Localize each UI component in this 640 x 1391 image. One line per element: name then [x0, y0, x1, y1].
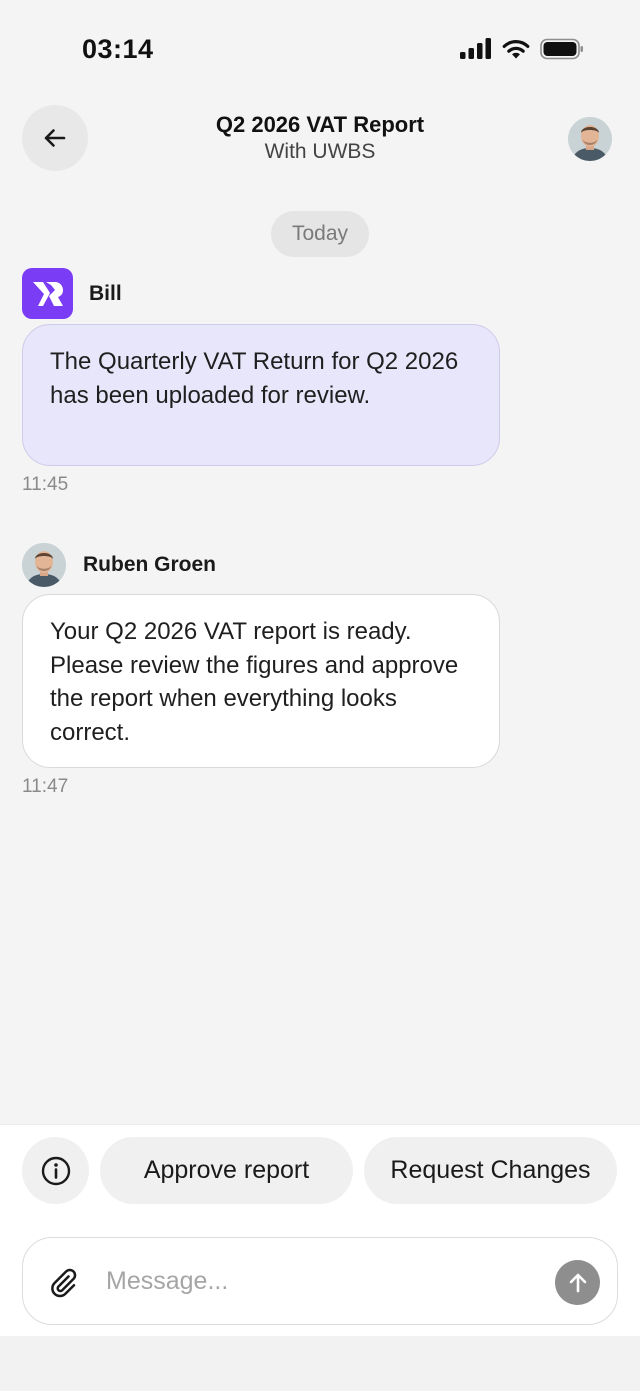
- date-separator: Today: [271, 211, 369, 257]
- sender-name: Ruben Groen: [83, 553, 217, 576]
- message-input[interactable]: [106, 1256, 526, 1306]
- message-bubble: The Quarterly VAT Return for Q2 2026 has…: [22, 324, 500, 466]
- status-time: 03:14: [82, 34, 154, 64]
- person-photo: [22, 543, 66, 587]
- status-icons: [460, 38, 584, 60]
- message-sender-row: Ruben Groen: [22, 543, 216, 587]
- paperclip-icon[interactable]: [48, 1267, 80, 1299]
- send-button[interactable]: [555, 1260, 600, 1305]
- chat-title: Q2 2026 VAT Report: [215, 112, 425, 137]
- bottom-panel: Approve report Request Changes: [0, 1124, 640, 1336]
- status-bar: 03:14: [0, 0, 640, 100]
- arrow-up-icon: [569, 1273, 586, 1292]
- chat-subtitle: With UWBS: [264, 140, 376, 163]
- approve-report-button[interactable]: Approve report: [100, 1137, 353, 1204]
- bill-logo: [22, 268, 73, 319]
- message-sender-row: Bill: [22, 268, 122, 319]
- cellular-signal-icon: [460, 38, 491, 59]
- info-button[interactable]: [22, 1137, 89, 1204]
- bill-logo-icon: [32, 281, 63, 306]
- message-timestamp: 11:47: [22, 776, 69, 797]
- request-changes-button[interactable]: Request Changes: [364, 1137, 617, 1204]
- battery-icon: [540, 38, 583, 60]
- message-timestamp: 11:45: [22, 474, 69, 495]
- message-bubble: Your Q2 2026 VAT report is ready. Please…: [22, 594, 500, 768]
- chat-header: Q2 2026 VAT Report With UWBS: [0, 100, 640, 180]
- info-icon: [41, 1156, 70, 1185]
- person-photo: [568, 117, 612, 161]
- wifi-icon: [502, 40, 530, 59]
- home-indicator-area: [0, 1336, 640, 1391]
- contact-avatar[interactable]: [568, 117, 612, 161]
- message-composer: [22, 1237, 618, 1325]
- sender-name: Bill: [89, 281, 122, 305]
- person-avatar: [22, 543, 66, 587]
